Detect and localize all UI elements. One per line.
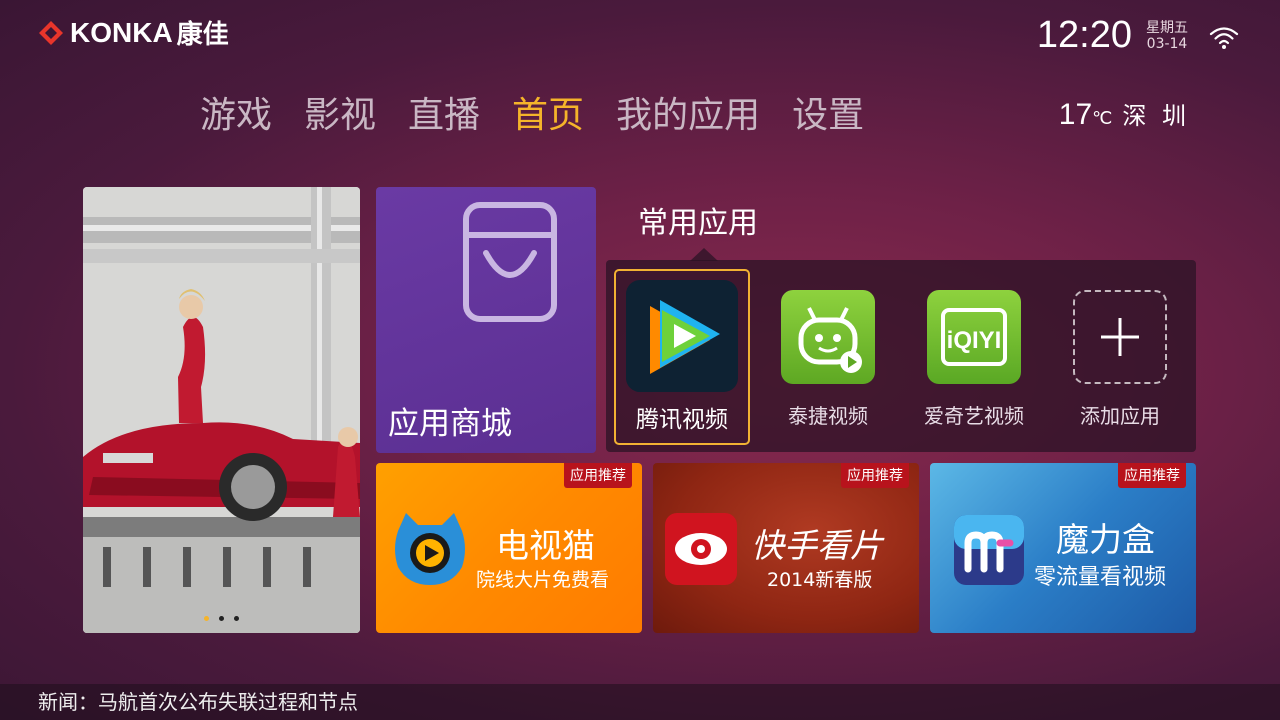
brand-name: KONKA [70,16,173,48]
tvcat-icon [395,513,465,585]
recommend-badge: 应用推荐 [564,463,632,488]
tab-live[interactable]: 直播 [408,86,480,138]
app-taijie-video[interactable]: 泰捷视频 [758,260,898,429]
promo-banner[interactable] [83,187,360,633]
konka-logo-icon [39,20,63,45]
weather-widget: 17℃ 深 圳 [1059,96,1190,132]
weekday: 星期五 [1146,20,1188,36]
tab-settings[interactable]: 设置 [792,86,864,138]
molihe-icon [954,515,1024,585]
tab-movies[interactable]: 影视 [304,86,376,138]
wifi-icon [1209,27,1239,49]
kuaishou-eye-icon [665,513,737,585]
rec-tile-tvcat[interactable]: 应用推荐 电视猫 院线大片免费看 [376,463,642,633]
temperature: 17℃ [1058,98,1113,131]
rec-title: 魔力盒 [1056,520,1155,559]
add-icon [1073,290,1167,384]
rec-subtitle: 零流量看视频 [1034,565,1167,590]
tab-my-apps[interactable]: 我的应用 [616,86,760,138]
banner-pager [83,616,360,621]
app-store-label: 应用商城 [388,406,512,442]
pager-dot[interactable] [219,616,224,621]
rec-subtitle: 院线大片免费看 [476,569,610,591]
brand-name-cn: 康佳 [176,20,229,50]
common-apps-panel: 腾讯视频 泰捷视频 iQIYI 爱奇艺视频 添加应用 [606,260,1196,452]
brand-logo: KONKA 康佳 [36,14,229,51]
pager-dot[interactable] [234,616,239,621]
recommend-badge: 应用推荐 [841,463,909,488]
date-block: 星期五 03-14 [1146,20,1188,52]
shopping-bag-icon [463,202,557,322]
recommend-badge: 应用推荐 [1118,463,1186,488]
rec-title: 快手看片 [751,526,883,565]
svg-text:iQIYI: iQIYI [947,327,1002,354]
rec-tile-kuaishou[interactable]: 应用推荐 快手看片 2014新春版 [653,463,919,633]
tab-home[interactable]: 首页 [512,86,584,138]
rec-tile-molihe[interactable]: 应用推荐 魔力盒 零流量看视频 [930,463,1196,633]
common-apps-title: 常用应用 [638,206,758,241]
main-nav: 游戏 影视 直播 首页 我的应用 设置 [200,86,864,138]
news-ticker: 新闻：马航首次公布失联过程和节点 [0,684,1280,720]
rec-title: 电视猫 [496,526,595,565]
app-iqiyi[interactable]: iQIYI 爱奇艺视频 [904,260,1044,429]
app-tencent-video[interactable]: 腾讯视频 [612,260,752,434]
clock-time: 12:20 [1036,14,1132,56]
date: 03-14 [1146,36,1188,52]
app-name: 添加应用 [1080,404,1160,428]
tencent-video-icon [626,280,738,392]
app-name: 泰捷视频 [788,404,868,428]
app-name: 爱奇艺视频 [924,404,1024,428]
rec-subtitle: 2014新春版 [767,569,873,591]
app-name: 腾讯视频 [636,407,728,433]
add-app-button[interactable]: 添加应用 [1050,260,1190,429]
tab-games[interactable]: 游戏 [200,86,272,138]
app-store-tile[interactable]: 应用商城 [376,187,596,453]
taijie-video-icon [781,290,875,384]
pager-dot-active[interactable] [204,616,209,621]
city-name: 深 圳 [1122,102,1190,130]
iqiyi-icon: iQIYI [927,290,1021,384]
banner-car-image [83,187,360,633]
